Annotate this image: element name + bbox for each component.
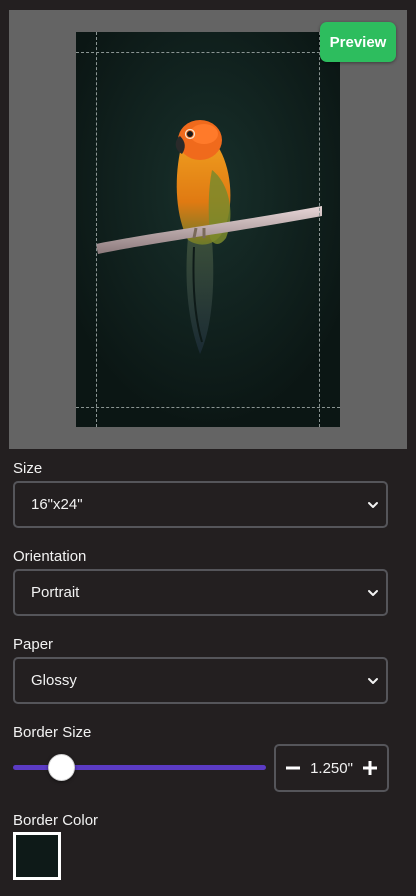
border-size-label: Border Size	[13, 724, 92, 741]
size-select[interactable]: 16"x24"	[13, 481, 388, 528]
chevron-down-icon	[368, 501, 378, 508]
border-color-label: Border Color	[13, 812, 99, 829]
orientation-select[interactable]: Portrait	[13, 569, 388, 616]
paper-label: Paper	[13, 636, 54, 653]
border-color-swatch[interactable]	[13, 832, 61, 880]
bleed-guide-top	[76, 52, 340, 53]
print-canvas	[76, 32, 340, 427]
minus-icon	[286, 766, 300, 770]
border-size-slider-thumb[interactable]	[47, 754, 75, 781]
orientation-value: Portrait	[31, 584, 80, 601]
chevron-down-icon	[368, 589, 378, 596]
print-preview-area: Preview	[9, 10, 407, 449]
bleed-guide-bottom	[76, 407, 340, 408]
plus-icon	[363, 761, 377, 775]
preview-button[interactable]: Preview	[320, 22, 396, 62]
size-value: 16"x24"	[31, 496, 83, 513]
chevron-down-icon	[368, 677, 378, 684]
border-size-value[interactable]: 1.250"	[310, 760, 353, 777]
bleed-guide-left	[96, 32, 97, 427]
decrease-border-button[interactable]	[282, 757, 304, 779]
orientation-label: Orientation	[13, 548, 87, 565]
border-size-stepper: 1.250"	[274, 744, 389, 792]
bleed-guide-right	[319, 32, 320, 427]
increase-border-button[interactable]	[359, 757, 381, 779]
paper-select[interactable]: Glossy	[13, 657, 388, 704]
size-label: Size	[13, 460, 43, 477]
parrot-photo	[76, 32, 340, 427]
paper-value: Glossy	[31, 672, 77, 689]
